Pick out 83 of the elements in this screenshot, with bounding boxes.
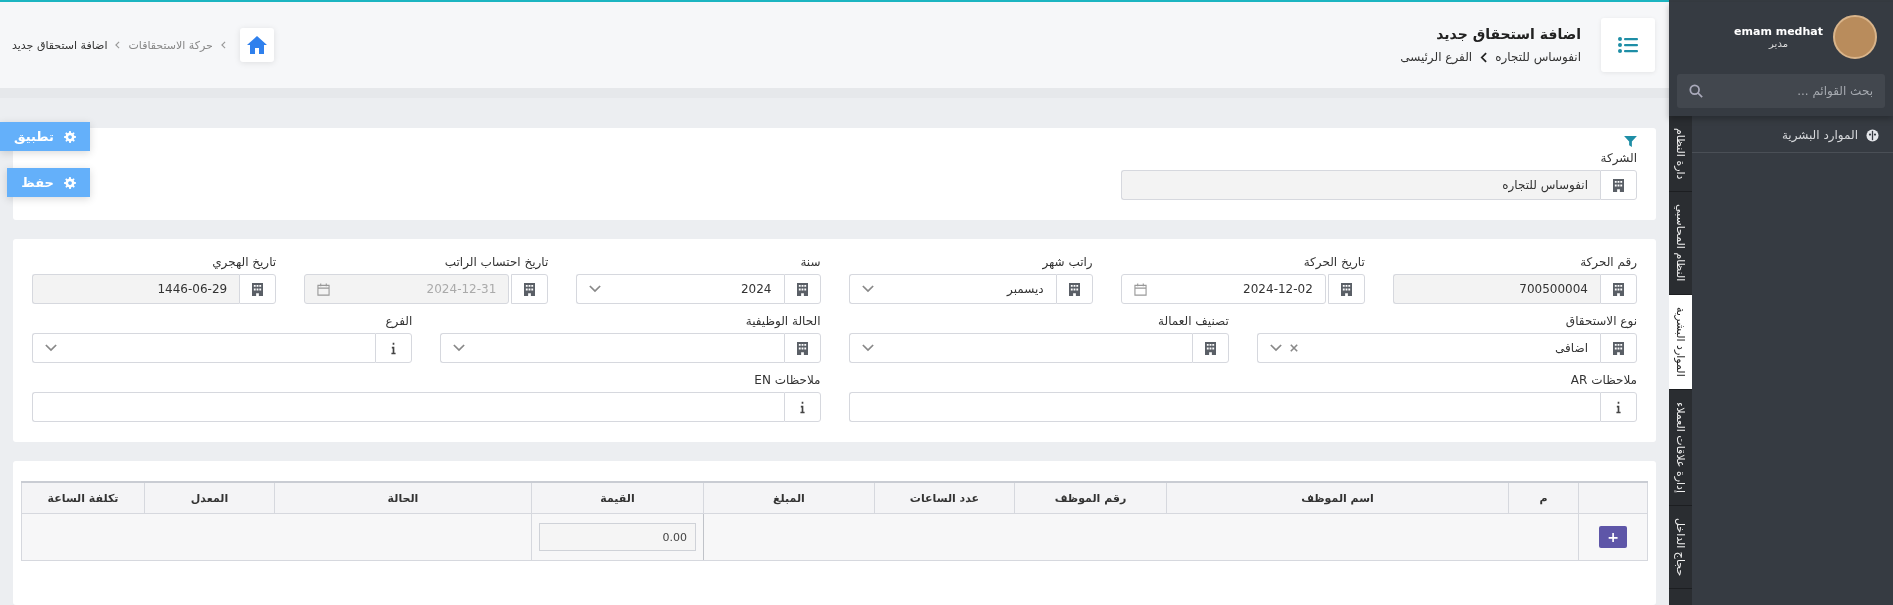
dropdown[interactable]: 2024 (576, 274, 784, 304)
field-label: رقم الحركة (1579, 255, 1637, 269)
building-icon (252, 282, 264, 296)
building-icon (1340, 282, 1352, 296)
column-header: عدد الساعات (874, 482, 1015, 514)
field-label: ملاحظات AR (1569, 373, 1637, 387)
search-icon (1689, 84, 1703, 98)
chevron-down-icon (861, 285, 874, 293)
dropdown[interactable] (440, 333, 784, 363)
field-label: تاريخ الحركة (1302, 255, 1365, 269)
chevron-down-icon (1269, 344, 1282, 352)
field-label: الفرع (384, 314, 413, 328)
breadcrumb-item[interactable]: الفرع الرئيسى (1400, 50, 1473, 64)
info-icon (1616, 400, 1621, 414)
search-field[interactable]: بحث القوائم ... (1677, 74, 1885, 108)
calendar-icon (1133, 282, 1147, 296)
gear-icon (63, 176, 76, 189)
breadcrumb-item[interactable]: انفوساس للتجاره (1495, 50, 1581, 64)
chevron-left-icon (1480, 51, 1488, 63)
field-label: الشركة (1599, 151, 1637, 165)
chevron-down-icon (45, 344, 57, 352)
building-icon (524, 282, 536, 296)
column-header: الحالة (274, 482, 532, 514)
add-row-button[interactable]: + (1599, 526, 1627, 548)
column-header: رقم الموظف (1014, 482, 1167, 514)
sidebar-tab[interactable]: دارة النظام (1669, 116, 1692, 193)
building-icon (1613, 178, 1624, 192)
building-icon (1204, 341, 1216, 355)
chevron-down-icon (453, 344, 466, 352)
date-field[interactable]: 2024-12-02 (1120, 274, 1326, 304)
field-label: ملاحظات EN (753, 373, 821, 387)
text-field[interactable]: 1446-06-29 (32, 274, 240, 304)
column-header: المعدل (144, 482, 275, 514)
filter-icon (1624, 136, 1637, 147)
menu-item[interactable]: الموارد البشرية (1692, 122, 1893, 153)
text-field[interactable]: 700500004 (1392, 274, 1600, 304)
column-header: القيمة (531, 482, 704, 514)
building-icon (1068, 282, 1080, 296)
column-header: تكلفة الساعة (21, 482, 145, 514)
field-label: تصنيف العمالة (1157, 314, 1229, 328)
chevron-left-icon (115, 41, 121, 49)
menu-button[interactable] (1601, 18, 1655, 72)
sidebar-tab[interactable]: حجاج الداخل (1669, 505, 1692, 589)
home-icon (246, 36, 267, 54)
building-icon (1613, 341, 1624, 355)
avatar (1833, 15, 1877, 59)
dropdown[interactable]: اضافى (1256, 333, 1600, 363)
sidebar-tab[interactable]: الموارد البشرية (1669, 294, 1692, 390)
dropdown[interactable]: ديسمبر (848, 274, 1056, 304)
sidebar-tab[interactable]: النظام المحاسبي (1669, 192, 1692, 295)
text-field[interactable]: انفوساس للتجاره (1120, 170, 1600, 200)
building-icon (1613, 282, 1624, 296)
field-label: الحالة الوظيفية (744, 314, 821, 328)
gear-icon (63, 130, 76, 143)
dropdown[interactable] (32, 333, 376, 363)
field-label: راتب شهر (1041, 255, 1093, 269)
field-label: سنة (799, 255, 821, 269)
field-label: تاريخ احتساب الراتب (443, 255, 549, 269)
chevron-left-icon (220, 41, 226, 49)
field-label: نوع الاستحقاق (1564, 314, 1637, 328)
column-header: م (1508, 482, 1579, 514)
amount-field[interactable]: 0.00 (539, 523, 696, 551)
info-icon (391, 341, 397, 355)
sidebar-tab[interactable]: إدارة علاقات العملاء (1669, 389, 1692, 506)
column-header: اسم الموظف (1166, 482, 1509, 514)
user-name: emam medhat (1734, 25, 1823, 38)
info-icon (799, 400, 805, 414)
building-icon (796, 282, 808, 296)
text-field[interactable] (848, 392, 1600, 422)
chevron-down-icon (589, 285, 602, 293)
text-field[interactable] (32, 392, 784, 422)
building-icon (796, 341, 808, 355)
user-role: مدير (1769, 38, 1788, 49)
circle-icon (1866, 128, 1879, 142)
dropdown[interactable] (848, 333, 1192, 363)
list-icon (1618, 37, 1638, 53)
page-title: اضافة استحقاق جديد (1435, 26, 1581, 42)
home-button[interactable] (239, 28, 274, 62)
column-header: المبلغ (703, 482, 875, 514)
field-label: تاريخ الهجري (211, 255, 277, 269)
breadcrumb-item: اضافة استحقاق جديد (12, 38, 108, 52)
calendar-icon (317, 282, 331, 296)
chevron-down-icon (861, 344, 874, 352)
